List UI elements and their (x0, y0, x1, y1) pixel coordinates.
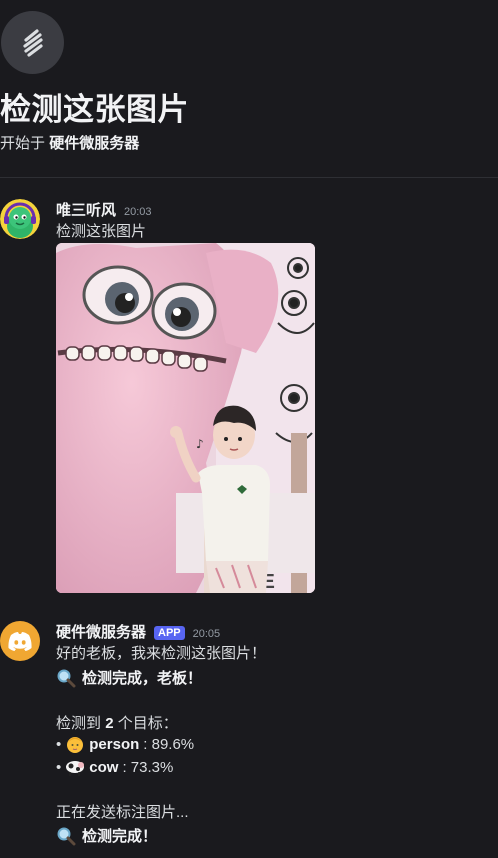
message-text-bold: 检测完成，老板！ (56, 667, 202, 688)
user-avatar-icon (0, 199, 40, 239)
avatar-bot[interactable] (0, 621, 40, 661)
image-attachment[interactable]: OUSTE ♪ (56, 243, 315, 593)
username[interactable]: 唯三听风 (56, 199, 116, 220)
thread-origin-prefix: 开始于 (0, 135, 46, 152)
thread-icon (1, 11, 64, 74)
count-value: 2 (105, 715, 114, 732)
magnifier-icon (56, 826, 76, 846)
detection-value: : 89.6% (143, 735, 195, 753)
thread-title: 检测这张图片 (0, 92, 189, 127)
avatar-user[interactable] (0, 199, 40, 239)
bullet: • (56, 735, 62, 753)
svg-text:♪: ♪ (196, 437, 204, 451)
detection-value: : 73.3% (122, 758, 174, 776)
photo-illustration: OUSTE ♪ (56, 243, 315, 593)
detection-item: • person : 89.6% (56, 734, 194, 754)
timestamp[interactable]: 20:03 (124, 206, 152, 218)
timestamp[interactable]: 20:05 (193, 628, 221, 640)
detection-count-line: 检测到 2 个目标： (56, 712, 178, 733)
bullet: • (56, 758, 62, 776)
detection-label: person (89, 735, 140, 753)
detection-item: • cow : 73.3% (56, 757, 173, 777)
cow-emoji-icon (65, 757, 85, 777)
sending-text: 正在发送标注图片... (56, 804, 189, 821)
message-header: 硬件微服务器 APP 20:05 (56, 621, 220, 642)
message-text-bold: 检测完成！ (56, 825, 157, 846)
person-emoji-icon (65, 734, 85, 754)
count-suffix: 个目标： (117, 715, 178, 732)
thread-lines-icon (22, 28, 43, 57)
message-text: 好的老板，我来检测这张图片！ (56, 645, 267, 662)
message-header: 唯三听风 20:03 (56, 199, 152, 220)
thread-origin: 开始于 硬件微服务器 (0, 132, 139, 153)
magnifier-icon (56, 668, 76, 688)
detection-done-text: 检测完成，老板！ (82, 670, 203, 687)
final-done-text: 检测完成！ (82, 828, 158, 845)
username[interactable]: 硬件微服务器 (56, 621, 146, 642)
app-badge: APP (154, 626, 185, 640)
thread-divider (0, 177, 498, 178)
message-text: 检测这张图片 (56, 223, 147, 240)
count-prefix: 检测到 (56, 715, 102, 732)
thread-origin-server[interactable]: 硬件微服务器 (49, 135, 139, 152)
detection-label: cow (89, 758, 119, 776)
discord-logo-icon (8, 632, 32, 651)
